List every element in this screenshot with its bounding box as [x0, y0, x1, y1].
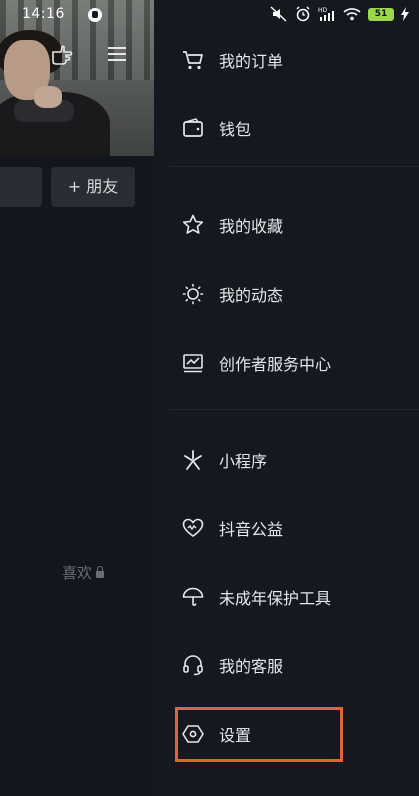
headset-icon	[181, 653, 205, 677]
asterisk-icon	[181, 448, 205, 472]
side-drawer: 我的订单 钱包 我的收藏 我的动态 创作者服务中心 小程序 抖音公益 未成年保护…	[170, 0, 419, 796]
charging-bolt-icon	[401, 7, 409, 21]
battery-icon: 51	[368, 7, 394, 21]
menu-item-minor-protection[interactable]: 未成年保护工具	[170, 575, 419, 619]
likes-tab[interactable]: 喜欢	[62, 562, 105, 583]
hamburger-menu-icon[interactable]	[108, 46, 126, 62]
star-icon	[181, 213, 205, 237]
wallet-icon	[181, 116, 205, 140]
menu-item-label: 我的收藏	[219, 217, 284, 236]
menu-item-label: 我的动态	[219, 286, 284, 305]
add-friend-button[interactable]: + 朋友	[51, 167, 135, 207]
menu-item-favorites[interactable]: 我的收藏	[170, 203, 419, 247]
lock-icon	[96, 566, 105, 578]
menu-item-label: 抖音公益	[219, 520, 284, 539]
sun-icon	[181, 282, 205, 306]
edit-profile-button[interactable]	[0, 167, 42, 207]
menu-item-my-activity[interactable]: 我的动态	[170, 272, 419, 316]
menu-item-label: 小程序	[219, 452, 268, 471]
menu-item-label: 我的订单	[219, 52, 284, 71]
hd-signal-icon: HD	[318, 7, 334, 21]
umbrella-icon	[181, 585, 205, 609]
pointing-hand-icon[interactable]	[50, 44, 74, 66]
mute-icon	[270, 6, 287, 22]
menu-item-creator-center[interactable]: 创作者服务中心	[170, 341, 419, 385]
alarm-icon	[296, 6, 310, 22]
menu-item-wallet[interactable]: 钱包	[170, 106, 419, 150]
menu-item-label: 我的客服	[219, 657, 284, 676]
menu-item-label: 创作者服务中心	[219, 355, 332, 374]
divider	[170, 166, 419, 167]
menu-item-my-orders[interactable]: 我的订单	[170, 38, 419, 82]
notification-app-icon	[88, 8, 102, 22]
menu-item-label: 未成年保护工具	[219, 589, 332, 608]
status-time: 14:16	[22, 6, 65, 22]
status-bar: 14:16 HD 51	[0, 0, 419, 30]
menu-item-charity[interactable]: 抖音公益	[170, 506, 419, 550]
profile-background: + 朋友 喜欢	[0, 0, 154, 796]
likes-label: 喜欢	[62, 564, 93, 582]
menu-item-label: 钱包	[219, 120, 252, 139]
cart-icon	[181, 48, 205, 72]
divider	[170, 409, 419, 410]
menu-item-customer-service[interactable]: 我的客服	[170, 643, 419, 687]
chart-icon	[181, 351, 205, 375]
svg-text:HD: HD	[318, 7, 328, 14]
menu-item-mini-programs[interactable]: 小程序	[170, 438, 419, 482]
heart-icon	[181, 516, 205, 540]
wifi-icon	[343, 8, 361, 21]
settings-highlight-box	[175, 707, 343, 762]
